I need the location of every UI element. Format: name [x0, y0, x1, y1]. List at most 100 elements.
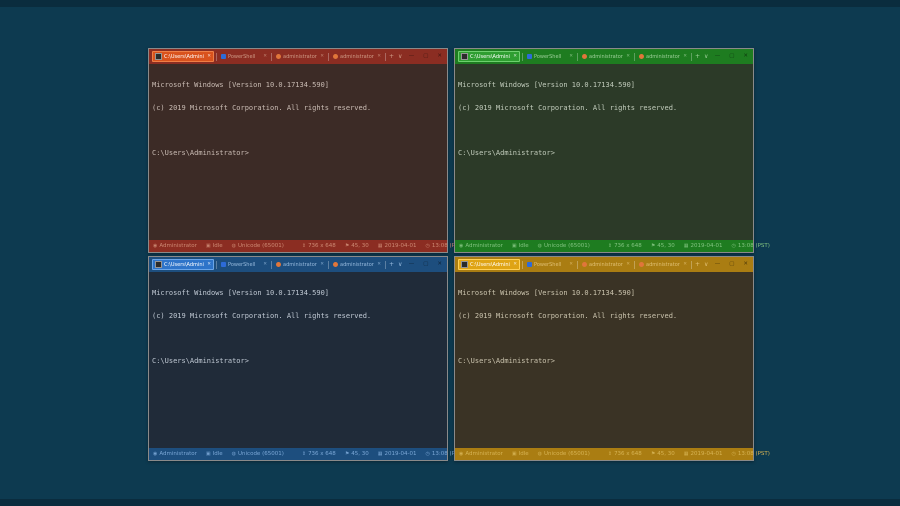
tab-dropdown-button[interactable]: ∨: [702, 51, 710, 62]
tab-close-icon[interactable]: ✕: [320, 262, 324, 267]
tab-ssh-1[interactable]: administrator@DESK… ✕: [580, 259, 632, 270]
status-user: ◉ Administrator: [459, 243, 503, 249]
terminal-line: Microsoft Windows [Version 10.0.17134.59…: [152, 289, 330, 297]
tab-cmd[interactable]: C:\Users\Administr… ✕: [152, 51, 214, 62]
activity-icon: ▣: [205, 451, 211, 457]
tab-separator: [691, 260, 692, 269]
close-button[interactable]: ✕: [437, 49, 442, 64]
status-user: ◉ Administrator: [459, 451, 503, 457]
close-button[interactable]: ✕: [743, 257, 748, 272]
tab-separator: [577, 260, 578, 269]
tab-close-icon[interactable]: ✕: [320, 54, 324, 59]
tab-separator: [577, 52, 578, 61]
status-position-label: 45, 30: [351, 243, 369, 249]
tab-dropdown-button[interactable]: ∨: [702, 259, 710, 270]
new-tab-button[interactable]: +: [693, 51, 702, 62]
tab-bar: C:\Users\Administr… ✕ PowerShell ✕ admin…: [149, 49, 447, 64]
tab-label: administrator@DESK…: [646, 261, 680, 268]
status-right: ⇕ 736 x 648 ⚑ 45, 30 ▦ 2019-04-01 ◷ 13:0…: [599, 243, 770, 249]
ssh-icon: [639, 54, 644, 59]
tab-separator: [271, 52, 272, 61]
status-size-label: 736 x 648: [308, 451, 336, 457]
terminal-output[interactable]: Microsoft Windows [Version 10.0.17134.59…: [149, 64, 447, 240]
terminal-window-bottom-right: C:\Users\Administr… ✕ PowerShell ✕ admin…: [454, 256, 770, 461]
tab-cmd[interactable]: C:\Users\Administr… ✕: [458, 259, 520, 270]
minimize-button[interactable]: —: [715, 257, 721, 272]
maximize-button[interactable]: ▢: [729, 257, 734, 272]
tab-close-icon[interactable]: ✕: [207, 262, 211, 267]
status-position: ⚑ 45, 30: [651, 451, 675, 457]
status-position-label: 45, 30: [657, 451, 675, 457]
tab-ssh-2[interactable]: administrator@DESK… ✕: [637, 259, 689, 270]
status-encoding: ◍ Unicode (65001): [538, 451, 590, 457]
activity-icon: ▣: [511, 243, 517, 249]
tab-powershell[interactable]: PowerShell ✕: [525, 51, 575, 62]
close-button[interactable]: ✕: [437, 257, 442, 272]
tab-dropdown-button[interactable]: ∨: [396, 259, 404, 270]
tab-ssh-2[interactable]: administrator@DESK… ✕: [637, 51, 689, 62]
new-tab-button[interactable]: +: [387, 259, 396, 270]
tab-close-icon[interactable]: ✕: [263, 262, 267, 267]
terminal-output[interactable]: Microsoft Windows [Version 10.0.17134.59…: [455, 272, 753, 448]
tab-label: administrator@DESK…: [589, 53, 623, 60]
powershell-icon: [527, 262, 532, 267]
ssh-icon: [582, 54, 587, 59]
status-size: ⇕ 736 x 648: [608, 451, 642, 457]
tab-dropdown-button[interactable]: ∨: [396, 51, 404, 62]
tab-separator: [328, 260, 329, 269]
tab-close-icon[interactable]: ✕: [626, 54, 630, 59]
activity-icon: ▣: [205, 243, 211, 249]
tab-ssh-2[interactable]: administrator@DESK… ✕: [331, 259, 383, 270]
minimize-button[interactable]: —: [715, 49, 721, 64]
clock-icon: ◷: [731, 243, 736, 249]
terminal-output[interactable]: Microsoft Windows [Version 10.0.17134.59…: [149, 272, 447, 448]
maximize-button[interactable]: ▢: [729, 49, 734, 64]
tab-label: administrator@DESK…: [646, 53, 680, 60]
tab-cmd[interactable]: C:\Users\Administr… ✕: [458, 51, 520, 62]
tab-close-icon[interactable]: ✕: [377, 262, 381, 267]
maximize-button[interactable]: ▢: [423, 49, 428, 64]
tab-bar: C:\Users\Administr… ✕ PowerShell ✕ admin…: [455, 257, 753, 272]
status-date-label: 2019-04-01: [690, 451, 723, 457]
new-tab-button[interactable]: +: [693, 259, 702, 270]
date-icon: ▦: [377, 451, 383, 457]
clock-icon: ◷: [425, 451, 430, 457]
tab-close-icon[interactable]: ✕: [569, 54, 573, 59]
tab-ssh-1[interactable]: administrator@DESK… ✕: [274, 259, 326, 270]
tab-ssh-1[interactable]: administrator@DESK… ✕: [274, 51, 326, 62]
window-controls: — ▢ ✕: [409, 257, 444, 272]
tab-close-icon[interactable]: ✕: [263, 54, 267, 59]
status-activity-label: Idle: [212, 451, 223, 457]
tab-close-icon[interactable]: ✕: [683, 54, 687, 59]
terminal-output[interactable]: Microsoft Windows [Version 10.0.17134.59…: [455, 64, 753, 240]
new-tab-button[interactable]: +: [387, 51, 396, 62]
minimize-button[interactable]: —: [409, 257, 415, 272]
terminal-line: Microsoft Windows [Version 10.0.17134.59…: [458, 81, 636, 89]
tab-powershell[interactable]: PowerShell ✕: [219, 51, 269, 62]
status-encoding: ◍ Unicode (65001): [232, 451, 284, 457]
tab-powershell[interactable]: PowerShell ✕: [219, 259, 269, 270]
status-time-label: 13:08 (PST): [737, 243, 770, 249]
minimize-button[interactable]: —: [409, 49, 415, 64]
user-icon: ◉: [459, 451, 464, 457]
tab-cmd[interactable]: C:\Users\Administr… ✕: [152, 259, 214, 270]
tab-close-icon[interactable]: ✕: [683, 262, 687, 267]
tab-close-icon[interactable]: ✕: [513, 262, 517, 267]
terminal-line: (c) 2019 Microsoft Corporation. All righ…: [458, 103, 678, 112]
tab-separator: [216, 260, 217, 269]
tab-close-icon[interactable]: ✕: [207, 54, 211, 59]
terminal-line: Microsoft Windows [Version 10.0.17134.59…: [152, 81, 330, 89]
tab-close-icon[interactable]: ✕: [513, 54, 517, 59]
tab-powershell[interactable]: PowerShell ✕: [525, 259, 575, 270]
tab-ssh-2[interactable]: administrator@DESK… ✕: [331, 51, 383, 62]
tab-label: C:\Users\Administr…: [470, 53, 510, 60]
maximize-button[interactable]: ▢: [423, 257, 428, 272]
tab-close-icon[interactable]: ✕: [377, 54, 381, 59]
tab-separator: [634, 260, 635, 269]
terminal-line: (c) 2019 Microsoft Corporation. All righ…: [458, 311, 678, 320]
tab-close-icon[interactable]: ✕: [626, 262, 630, 267]
tab-close-icon[interactable]: ✕: [569, 262, 573, 267]
close-button[interactable]: ✕: [743, 49, 748, 64]
status-bar: ◉ Administrator ▣ Idle ◍ Unicode (65001)…: [455, 240, 770, 252]
tab-ssh-1[interactable]: administrator@DESK… ✕: [580, 51, 632, 62]
